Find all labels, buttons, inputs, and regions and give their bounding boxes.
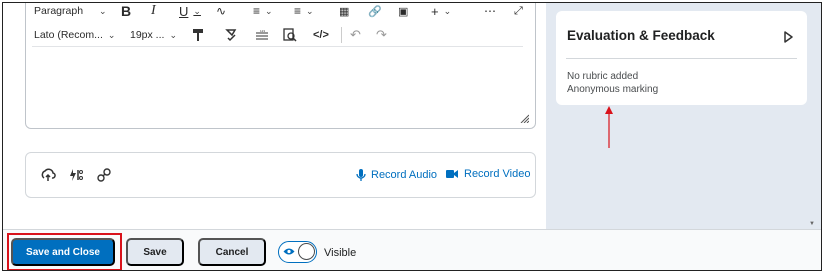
- svg-text:123: 123: [260, 29, 265, 33]
- evaluation-feedback-card[interactable]: Evaluation & Feedback No rubric added An…: [556, 11, 807, 105]
- toolbar-row-2: Lato (Recom... ⌄ 19px ... ⌄ 123 </> ↶ ↷: [26, 22, 535, 48]
- scroll-down-icon[interactable]: ▼: [809, 221, 815, 227]
- record-audio-label: Record Audio: [371, 169, 438, 181]
- record-audio-button[interactable]: Record Audio: [356, 168, 437, 182]
- video-camera-icon: [446, 170, 458, 178]
- more-options-icon[interactable]: ⋯: [484, 3, 497, 21]
- font-size-label: 19px ...: [130, 29, 165, 41]
- chevron-down-icon: ⌄: [99, 5, 107, 16]
- toggle-knob: [298, 243, 315, 260]
- find-replace-icon[interactable]: [283, 25, 297, 45]
- card-title: Evaluation & Feedback: [567, 28, 715, 43]
- insert-stuff-icon[interactable]: ▦: [339, 3, 349, 21]
- toolbar-separator: [341, 25, 342, 45]
- rich-text-editor[interactable]: Paragraph ⌄ B I U ⌄ ∿ ≡ ⌄ ≡ ⌄ ▦ 🔗 ▣ + ⌄ ⋯ ⤢ …: [25, 3, 536, 129]
- italic-button[interactable]: I: [151, 3, 156, 21]
- redo-icon[interactable]: ↷: [376, 25, 387, 45]
- chevron-down-icon: ⌄: [265, 5, 273, 16]
- chevron-down-icon: ⌄: [193, 5, 201, 16]
- eye-icon: [283, 248, 295, 255]
- app-frame: Paragraph ⌄ B I U ⌄ ∿ ≡ ⌄ ≡ ⌄ ▦ 🔗 ▣ + ⌄ ⋯ ⤢ …: [2, 2, 822, 271]
- annotation-arrow-icon: [605, 106, 613, 148]
- expand-arrow-icon[interactable]: [784, 31, 793, 43]
- insert-plus-icon[interactable]: + ⌄: [431, 3, 452, 21]
- chevron-down-icon: ⌄: [306, 5, 314, 16]
- font-size-dropdown[interactable]: 19px ... ⌄: [130, 25, 177, 45]
- card-divider: [566, 58, 797, 59]
- font-family-label: Lato (Recom...: [34, 29, 103, 41]
- format-label: Paragraph: [34, 5, 84, 17]
- visible-label: Visible: [324, 247, 357, 259]
- toolbar-divider: [32, 46, 523, 47]
- record-video-label: Record Video: [464, 168, 531, 180]
- resize-handle-icon[interactable]: [519, 113, 529, 123]
- footer-bar: Save and Close Save Cancel Visible: [3, 229, 821, 270]
- save-button[interactable]: Save: [126, 238, 184, 266]
- attachments-bar: Record Audio Record Video: [25, 152, 536, 198]
- format-painter-icon[interactable]: [192, 25, 204, 45]
- link-icon[interactable]: 🔗: [368, 3, 382, 21]
- align-icon[interactable]: ≡ ⌄: [253, 3, 273, 21]
- word-count-icon[interactable]: 123: [255, 25, 269, 45]
- chevron-down-icon: ⌄: [443, 5, 452, 16]
- rubric-status: No rubric added: [567, 71, 639, 82]
- quicklink-icon[interactable]: [68, 167, 84, 183]
- upload-icon[interactable]: [40, 167, 56, 183]
- microphone-icon: [356, 169, 366, 181]
- spellcheck-icon[interactable]: [224, 25, 238, 45]
- cancel-button[interactable]: Cancel: [198, 238, 266, 266]
- image-icon[interactable]: ▣: [398, 3, 408, 21]
- visibility-toggle[interactable]: [278, 241, 317, 263]
- source-code-icon[interactable]: </>: [313, 25, 329, 45]
- toolbar-row-1: Paragraph ⌄ B I U ⌄ ∿ ≡ ⌄ ≡ ⌄ ▦ 🔗 ▣ + ⌄ ⋯ ⤢: [26, 3, 535, 24]
- chevron-down-icon: ⌄: [169, 29, 177, 40]
- marking-status: Anonymous marking: [567, 84, 659, 95]
- chevron-down-icon: ⌄: [107, 29, 116, 40]
- attach-link-icon[interactable]: [96, 167, 112, 183]
- list-icon[interactable]: ≡ ⌄: [294, 3, 314, 21]
- undo-icon[interactable]: ↶: [350, 25, 361, 45]
- record-video-button[interactable]: Record Video: [446, 168, 530, 180]
- underline-button[interactable]: U ⌄: [179, 3, 201, 21]
- bold-button[interactable]: B: [121, 3, 131, 21]
- format-dropdown[interactable]: Paragraph ⌄: [34, 3, 107, 21]
- side-panel: Evaluation & Feedback No rubric added An…: [546, 3, 821, 229]
- fullscreen-icon[interactable]: ⤢: [514, 3, 523, 21]
- font-family-dropdown[interactable]: Lato (Recom... ⌄: [34, 25, 115, 45]
- save-and-close-button[interactable]: Save and Close: [11, 238, 115, 266]
- text-color-icon[interactable]: ∿: [216, 3, 226, 21]
